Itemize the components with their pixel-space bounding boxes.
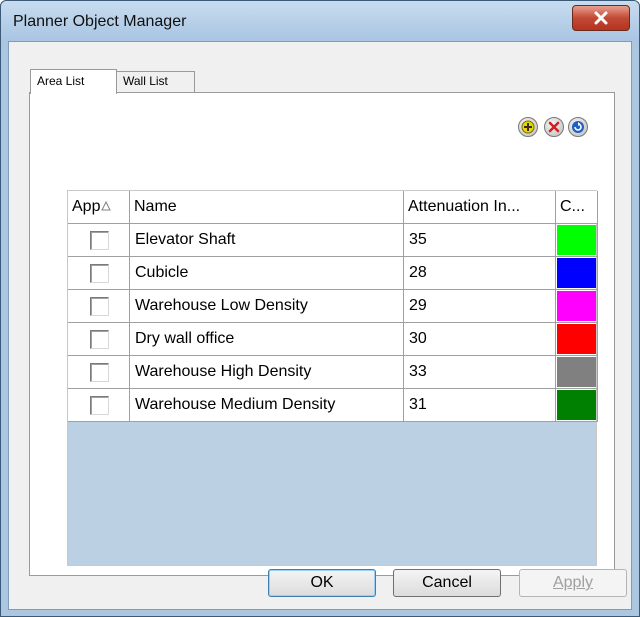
- dialog-body: Area List Wall List App Name Attenuation…: [8, 41, 632, 610]
- color-swatch: [557, 258, 596, 288]
- color-swatch: [557, 225, 596, 255]
- table-row[interactable]: Warehouse High Density 33: [68, 356, 598, 389]
- name-cell[interactable]: Dry wall office: [130, 323, 404, 356]
- color-swatch: [557, 291, 596, 321]
- title-bar[interactable]: Planner Object Manager: [1, 1, 639, 41]
- name-cell[interactable]: Warehouse Low Density: [130, 290, 404, 323]
- close-button[interactable]: [572, 5, 630, 31]
- apply-checkbox[interactable]: [90, 264, 109, 283]
- delete-area-button[interactable]: [544, 117, 564, 137]
- column-header-name[interactable]: Name: [130, 191, 404, 224]
- sort-ascending-icon: [101, 200, 112, 211]
- apply-cell: [68, 257, 130, 290]
- attenuation-cell[interactable]: 29: [404, 290, 556, 323]
- ok-button[interactable]: OK: [268, 569, 376, 597]
- add-icon: [521, 120, 535, 134]
- name-cell[interactable]: Warehouse Medium Density: [130, 389, 404, 422]
- close-icon: [594, 11, 608, 25]
- attenuation-cell[interactable]: 30: [404, 323, 556, 356]
- attenuation-cell[interactable]: 31: [404, 389, 556, 422]
- add-area-button[interactable]: [518, 117, 538, 137]
- apply-checkbox[interactable]: [90, 297, 109, 316]
- color-cell[interactable]: [556, 389, 598, 422]
- column-header-attenuation[interactable]: Attenuation In...: [404, 191, 556, 224]
- color-swatch: [557, 390, 596, 420]
- apply-checkbox[interactable]: [90, 231, 109, 250]
- attenuation-cell[interactable]: 28: [404, 257, 556, 290]
- color-cell[interactable]: [556, 290, 598, 323]
- apply-checkbox[interactable]: [90, 396, 109, 415]
- attenuation-cell[interactable]: 33: [404, 356, 556, 389]
- apply-button[interactable]: Apply: [519, 569, 627, 597]
- apply-cell: [68, 323, 130, 356]
- table-row[interactable]: Elevator Shaft 35: [68, 224, 598, 257]
- apply-checkbox[interactable]: [90, 363, 109, 382]
- refresh-area-button[interactable]: [568, 117, 588, 137]
- tab-area-list[interactable]: Area List: [30, 69, 117, 94]
- color-cell[interactable]: [556, 356, 598, 389]
- apply-cell: [68, 224, 130, 257]
- table-row[interactable]: Warehouse Medium Density 31: [68, 389, 598, 422]
- apply-cell: [68, 290, 130, 323]
- name-cell[interactable]: Warehouse High Density: [130, 356, 404, 389]
- column-header-color[interactable]: C...: [556, 191, 598, 224]
- column-header-app-label: App: [72, 198, 101, 215]
- color-cell[interactable]: [556, 224, 598, 257]
- refresh-icon: [572, 121, 584, 133]
- area-list-panel: App Name Attenuation In... C... Elevator…: [29, 92, 615, 576]
- color-cell[interactable]: [556, 257, 598, 290]
- name-cell[interactable]: Elevator Shaft: [130, 224, 404, 257]
- name-cell[interactable]: Cubicle: [130, 257, 404, 290]
- apply-checkbox[interactable]: [90, 330, 109, 349]
- tab-wall-list[interactable]: Wall List: [116, 71, 195, 92]
- window-title: Planner Object Manager: [13, 13, 187, 30]
- table-row[interactable]: Cubicle 28: [68, 257, 598, 290]
- column-header-app[interactable]: App: [68, 191, 130, 224]
- color-swatch: [557, 324, 596, 354]
- delete-icon: [548, 121, 560, 133]
- color-swatch: [557, 357, 596, 387]
- table-row[interactable]: Warehouse Low Density 29: [68, 290, 598, 323]
- table-row[interactable]: Dry wall office 30: [68, 323, 598, 356]
- area-table: App Name Attenuation In... C... Elevator…: [67, 190, 598, 566]
- attenuation-cell[interactable]: 35: [404, 224, 556, 257]
- apply-button-label: Apply: [552, 574, 594, 591]
- cancel-button[interactable]: Cancel: [393, 569, 501, 597]
- color-cell[interactable]: [556, 323, 598, 356]
- apply-cell: [68, 356, 130, 389]
- dialog-window: Planner Object Manager Area List Wall Li…: [0, 0, 640, 617]
- apply-cell: [68, 389, 130, 422]
